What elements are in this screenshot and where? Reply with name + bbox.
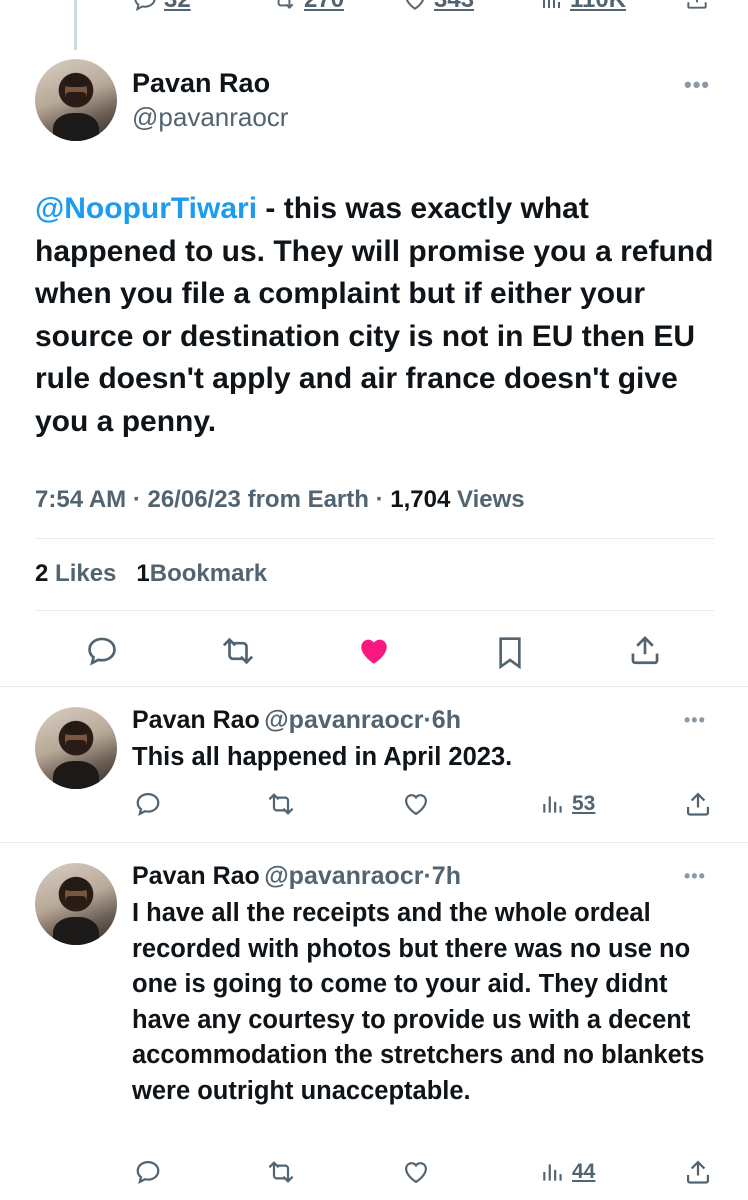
tweet-time[interactable]: 7:54 AM [35,486,126,513]
reply-avatar[interactable] [35,863,117,945]
reply-header: Pavan Rao @pavanraocr·6h [132,706,461,735]
likes-label: Likes [55,560,117,587]
like-button[interactable] [357,634,391,668]
share-icon [686,792,710,816]
like-button[interactable] [402,790,430,818]
previous-tweet-actions: 32 270 343 110K [0,0,748,16]
more-options-button[interactable]: ••• [684,72,710,98]
bookmarks-label: Bookmark [149,560,268,587]
reply-button[interactable] [134,790,162,818]
author-name[interactable]: Pavan Rao [132,68,270,99]
reply-age[interactable]: 6h [432,706,461,734]
retweet-button[interactable]: 270 [270,0,344,14]
separator: · [423,706,432,734]
share-icon [687,0,707,9]
retweet-button[interactable] [219,634,257,668]
retweet-button[interactable] [265,790,297,818]
share-button[interactable] [684,1158,712,1186]
divider [35,538,714,539]
retweet-icon [268,1161,294,1183]
divider [0,686,748,687]
tweet-text: @NoopurTiwari - this was exactly what ha… [35,188,725,443]
reply-header: Pavan Rao @pavanraocr·7h [132,862,461,891]
retweet-count: 270 [304,0,344,14]
more-options-button[interactable]: ••• [684,866,706,887]
reply-icon [88,637,116,666]
heart-filled-icon [361,639,387,664]
retweet-icon [277,0,294,9]
share-button[interactable] [684,0,710,12]
views-button[interactable]: 110K [540,0,626,14]
reply-button[interactable] [85,634,119,668]
reply-icon [134,0,156,12]
reply-author-handle[interactable]: @pavanraocr [264,862,423,890]
separator: · [375,486,384,513]
views-icon [543,1164,562,1181]
reply-text: This all happened in April 2023. [132,743,513,771]
like-count: 343 [434,0,474,14]
views-icon [543,796,562,813]
reply-icon [136,1160,160,1185]
engagement-stats: 2 Likes 1Bookmark [35,560,267,588]
views-count: 53 [572,792,596,815]
tweet-body: - this was exactly what happened to us. … [35,192,714,438]
heart-icon [404,1162,428,1184]
mention-link[interactable]: @NoopurTiwari [35,192,257,225]
separator: · [132,486,141,513]
bookmark-button[interactable] [494,634,526,670]
bookmarks-count: 1 [136,560,150,587]
like-button[interactable]: 343 [402,0,474,14]
divider [35,610,714,611]
share-icon [686,1160,710,1184]
reply-icon [136,792,160,817]
reply-actions: 53 [0,790,748,820]
views-button[interactable]: 44 [540,1158,595,1186]
tweet-date[interactable]: 26/06/23 [147,486,240,513]
share-icon [631,636,659,665]
reply-button[interactable]: 32 [132,0,191,14]
share-button[interactable] [628,632,662,668]
heart-icon [406,0,424,10]
reply-actions: 44 [0,1158,748,1188]
reply-author-name[interactable]: Pavan Rao [132,862,260,890]
views-button[interactable]: 53 [540,790,595,818]
retweet-icon [268,793,294,815]
tweet-source: from Earth [247,486,369,513]
views-icon [543,0,560,8]
reply-author-handle[interactable]: @pavanraocr [264,706,423,734]
views-label: Views [457,486,525,513]
more-options-button[interactable]: ••• [684,710,706,731]
reply-avatar[interactable] [35,707,117,789]
like-button[interactable] [402,1158,430,1186]
reply-text: I have all the receipts and the whole or… [132,899,705,1105]
views-count: 1,704 [390,486,451,513]
share-button[interactable] [684,790,712,818]
heart-icon [404,794,428,816]
separator: · [423,862,432,890]
author-handle[interactable]: @pavanraocr [132,102,288,133]
divider [0,842,748,843]
likes-stat[interactable]: 2 Likes [35,560,116,587]
reply-count: 32 [164,0,191,14]
retweet-button[interactable] [265,1158,297,1186]
likes-count: 2 [35,560,49,587]
retweet-icon [222,637,254,665]
reply-button[interactable] [134,1158,162,1186]
reply-author-name[interactable]: Pavan Rao [132,706,260,734]
views-count: 110K [570,0,626,14]
bookmarks-stat[interactable]: 1Bookmark [136,560,267,587]
views-count: 44 [572,1160,596,1183]
reply-age[interactable]: 7h [432,862,461,890]
avatar[interactable] [35,59,117,141]
bookmark-icon [499,637,521,670]
tweet-meta: 7:54 AM · 26/06/23 from Earth · 1,704 Vi… [35,486,525,514]
